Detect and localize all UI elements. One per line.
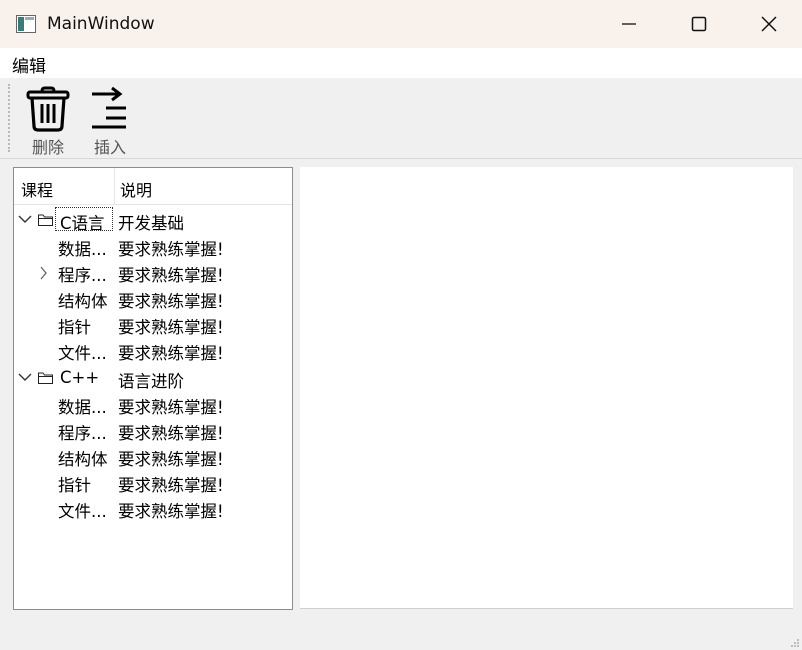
course-description: 要求熟练掌握!: [118, 502, 224, 521]
chevron-down-icon[interactable]: [18, 371, 32, 383]
maximize-button[interactable]: [676, 0, 722, 48]
tree-row[interactable]: 指针 要求熟练掌握!: [14, 311, 292, 337]
tree-row[interactable]: 数据... 要求熟练掌握!: [14, 233, 292, 259]
trash-icon: [26, 86, 70, 132]
minimize-icon: [622, 23, 636, 25]
course-description: 要求熟练掌握!: [118, 450, 224, 469]
course-name: 指针: [58, 318, 91, 337]
folder-icon: [38, 214, 53, 226]
course-name: 文件...: [58, 502, 107, 521]
title-bar[interactable]: MainWindow: [0, 0, 802, 48]
course-description: 要求熟练掌握!: [118, 292, 224, 311]
chevron-down-icon[interactable]: [18, 213, 32, 225]
course-name: 数据...: [58, 240, 107, 259]
delete-button[interactable]: 删除: [18, 82, 78, 157]
tree-row-cpp[interactable]: C++ 语言进阶: [14, 365, 292, 391]
menu-edit[interactable]: 编辑: [12, 52, 46, 77]
course-name: 文件...: [58, 344, 107, 363]
insert-label: 插入: [93, 138, 126, 157]
tree-header: 课程 说明: [14, 168, 292, 205]
course-description: 开发基础: [118, 214, 184, 233]
window-title: MainWindow: [47, 14, 155, 34]
course-description: 要求熟练掌握!: [118, 398, 224, 417]
course-name: 结构体: [58, 450, 108, 469]
header-course[interactable]: 课程: [21, 177, 53, 201]
tree-row[interactable]: 结构体 要求熟练掌握!: [14, 285, 292, 311]
insert-button[interactable]: 插入: [80, 82, 140, 157]
tree-row[interactable]: 指针 要求熟练掌握!: [14, 469, 292, 495]
tree-row[interactable]: 程序... 要求熟练掌握!: [14, 259, 292, 285]
course-tree[interactable]: 课程 说明 C语言 开发基础 数据... 要求熟练掌握! 程序... 要求熟练掌…: [13, 167, 293, 610]
course-description: 要求熟练掌握!: [118, 266, 224, 285]
course-description: 要求熟练掌握!: [118, 240, 224, 259]
maximize-icon: [691, 16, 707, 32]
tree-row-c[interactable]: C语言 开发基础: [14, 207, 292, 233]
content-panel[interactable]: [300, 167, 793, 609]
menu-bar: 编辑: [0, 48, 802, 78]
insert-arrow-icon: [92, 86, 126, 129]
course-name: 结构体: [58, 292, 108, 311]
course-description: 要求熟练掌握!: [118, 344, 224, 363]
course-name: 数据...: [58, 398, 107, 417]
toolbar: 删除 插入: [0, 78, 802, 159]
window-app-icon: [16, 15, 36, 33]
tree-row[interactable]: 程序... 要求熟练掌握!: [14, 417, 292, 443]
course-description: 要求熟练掌握!: [118, 476, 224, 495]
course-description: 语言进阶: [118, 372, 184, 391]
close-button[interactable]: [746, 0, 792, 48]
course-name: C语言: [60, 214, 105, 233]
close-icon: [761, 16, 777, 32]
folder-icon: [38, 372, 53, 384]
course-name: 指针: [58, 476, 91, 495]
course-name: 程序...: [58, 266, 107, 285]
course-name: C++: [60, 368, 100, 387]
course-description: 要求熟练掌握!: [118, 424, 224, 443]
resize-grip-icon[interactable]: [790, 638, 800, 648]
header-divider[interactable]: [114, 168, 115, 204]
tree-row[interactable]: 文件... 要求熟练掌握!: [14, 495, 292, 521]
course-description: 要求熟练掌握!: [118, 318, 224, 337]
header-description[interactable]: 说明: [120, 177, 152, 201]
course-name: 程序...: [58, 424, 107, 443]
tree-row[interactable]: 数据... 要求熟练掌握!: [14, 391, 292, 417]
delete-label: 删除: [31, 138, 64, 157]
chevron-right-icon[interactable]: [38, 266, 48, 280]
tree-row[interactable]: 结构体 要求熟练掌握!: [14, 443, 292, 469]
toolbar-grip[interactable]: [8, 84, 10, 152]
tree-row[interactable]: 文件... 要求熟练掌握!: [14, 337, 292, 363]
minimize-button[interactable]: [606, 0, 652, 48]
